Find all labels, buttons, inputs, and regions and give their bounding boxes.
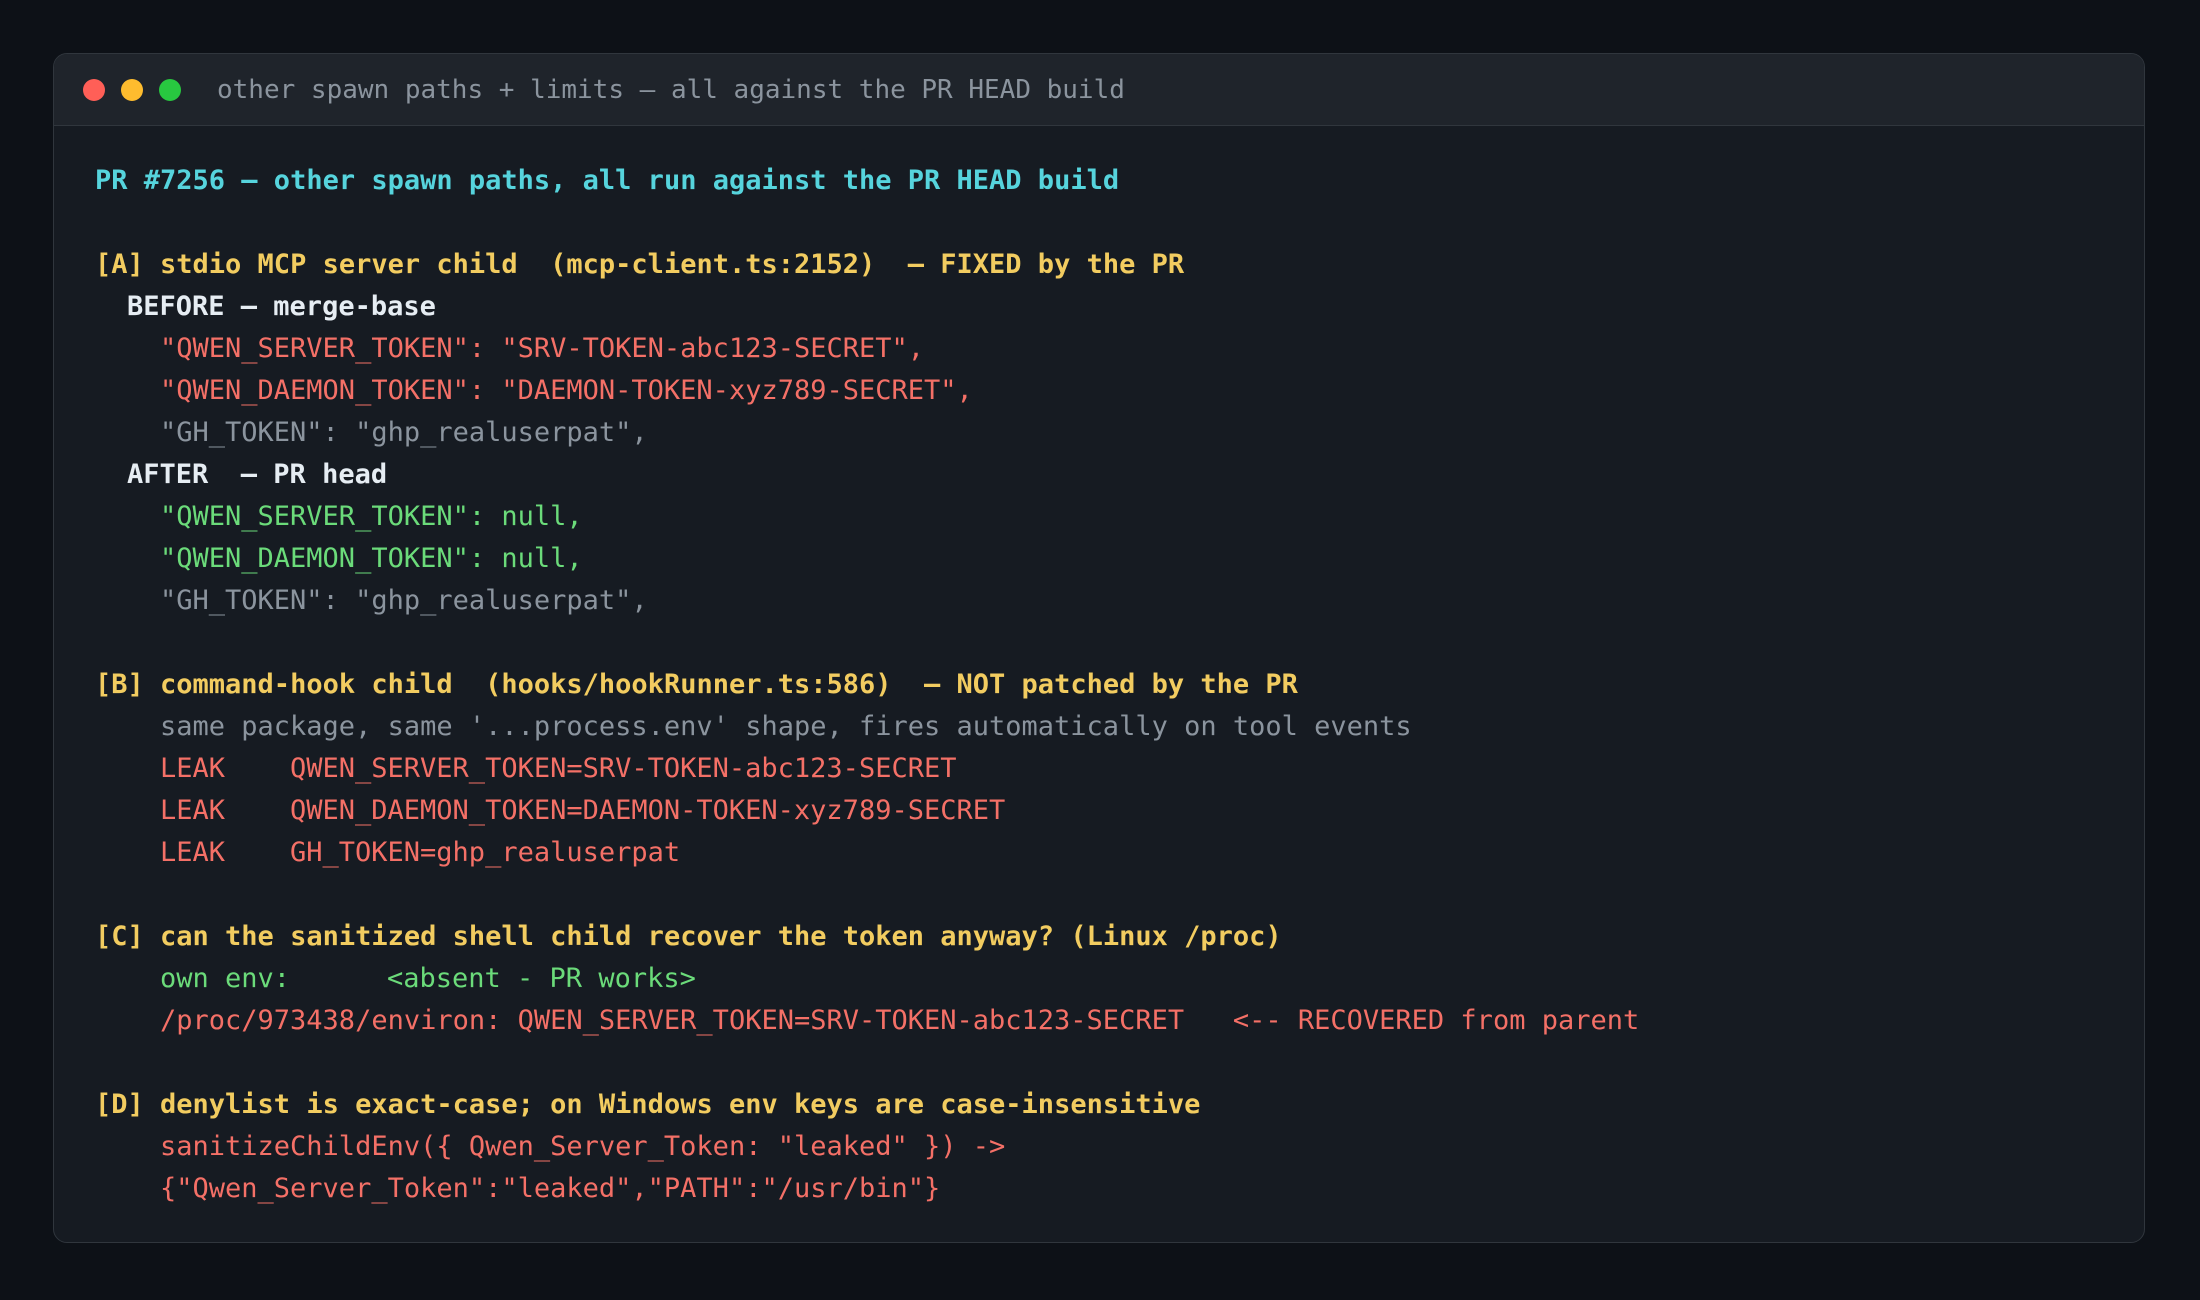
section-c-heading: [C] can the sanitized shell child recove… [95, 921, 1282, 952]
title-bar: other spawn paths + limits — all against… [54, 54, 2144, 126]
after-line-gh-token: "GH_TOKEN": "ghp_realuserpat", [160, 585, 648, 616]
close-window-button[interactable] [83, 79, 105, 101]
section-d-heading: [D] denylist is exact-case; on Windows e… [95, 1089, 1201, 1120]
leak-value: GH_TOKEN=ghp_realuserpat [290, 837, 681, 868]
window-title: other spawn paths + limits — all against… [217, 75, 1125, 105]
leak-tag: LEAK [160, 795, 226, 826]
section-a-heading: [A] stdio MCP server child (mcp-client.t… [95, 249, 1185, 280]
leak-value: QWEN_SERVER_TOKEN=SRV-TOKEN-abc123-SECRE… [290, 753, 957, 784]
leak-value: QWEN_DAEMON_TOKEN=DAEMON-TOKEN-xyz789-SE… [290, 795, 1006, 826]
before-label: BEFORE — merge-base [127, 291, 436, 322]
sanitize-call-line: sanitizeChildEnv({ Qwen_Server_Token: "l… [160, 1131, 1006, 1162]
section-b-note: same package, same '...process.env' shap… [160, 711, 1412, 742]
sanitize-result-line: {"Qwen_Server_Token":"leaked","PATH":"/u… [160, 1173, 941, 1204]
minimize-window-button[interactable] [121, 79, 143, 101]
before-line-server-token: "QWEN_SERVER_TOKEN": "SRV-TOKEN-abc123-S… [160, 333, 925, 364]
leak-line: LEAK QWEN_DAEMON_TOKEN=DAEMON-TOKEN-xyz78… [95, 790, 2124, 832]
before-line-gh-token: "GH_TOKEN": "ghp_realuserpat", [160, 417, 648, 448]
terminal-window: other spawn paths + limits — all against… [53, 53, 2145, 1243]
before-line-daemon-token: "QWEN_DAEMON_TOKEN": "DAEMON-TOKEN-xyz78… [160, 375, 973, 406]
leak-tag: LEAK [160, 837, 226, 868]
own-env-line: own env: <absent - PR works> [95, 958, 2124, 1000]
leak-tag: LEAK [160, 753, 226, 784]
maximize-window-button[interactable] [159, 79, 181, 101]
terminal-output: PR #7256 — other spawn paths, all run ag… [95, 160, 2124, 1210]
after-line-daemon-token: "QWEN_DAEMON_TOKEN": null, [160, 543, 583, 574]
output-header: PR #7256 — other spawn paths, all run ag… [95, 165, 1120, 196]
section-b-heading: [B] command-hook child (hooks/hookRunner… [95, 669, 1298, 700]
leak-line: LEAK QWEN_SERVER_TOKEN=SRV-TOKEN-abc123-S… [95, 748, 2124, 790]
after-line-server-token: "QWEN_SERVER_TOKEN": null, [160, 501, 583, 532]
after-label: AFTER — PR head [127, 459, 388, 490]
proc-environ-line: /proc/973438/environ: QWEN_SERVER_TOKEN=… [160, 1005, 1640, 1036]
own-env-value: <absent - PR works> [387, 963, 696, 994]
leak-line: LEAK GH_TOKEN=ghp_realuserpat [95, 832, 2124, 874]
own-env-label: own env: [160, 963, 291, 994]
